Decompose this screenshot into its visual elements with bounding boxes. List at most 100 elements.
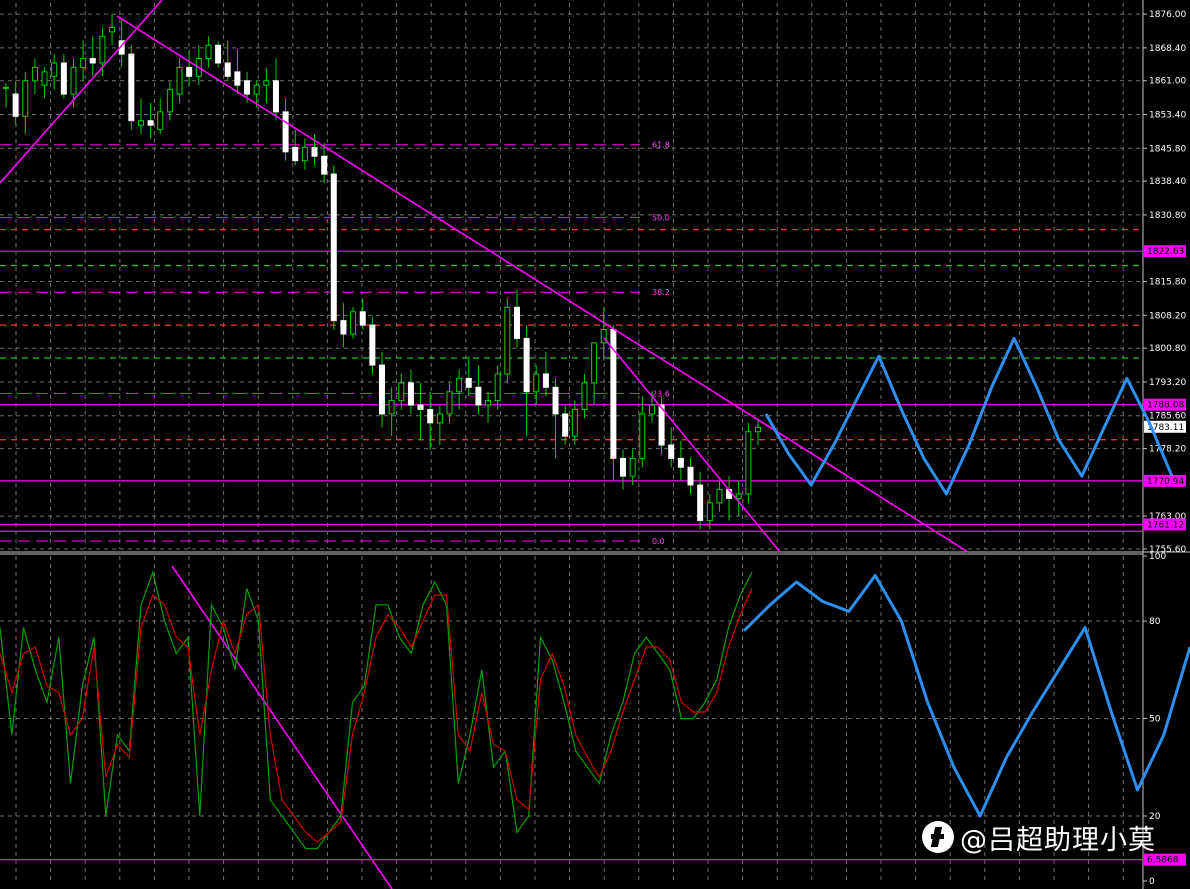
candle-body xyxy=(465,377,472,388)
candle-body xyxy=(80,58,87,68)
price-level-badge-label: 1770.94 xyxy=(1147,477,1184,487)
candle-body xyxy=(369,324,376,366)
candle-body xyxy=(494,373,501,402)
candle-body xyxy=(263,80,270,86)
candle-body xyxy=(417,404,424,411)
price-tick-label: 1845.80 xyxy=(1149,144,1186,154)
candle-body xyxy=(668,444,675,459)
candle-body xyxy=(330,173,337,322)
candle-body xyxy=(272,80,279,113)
trendline xyxy=(116,15,969,553)
oscillator-series-line xyxy=(0,588,753,843)
price-tick-label: 1876.00 xyxy=(1149,10,1186,20)
candle-body xyxy=(359,311,366,326)
candle-body xyxy=(41,71,48,86)
candle-body xyxy=(340,320,347,335)
candle-body xyxy=(513,306,520,339)
candle-body xyxy=(745,431,752,495)
fib-level-label: 50.0 xyxy=(652,214,670,223)
trading-chart: 1876.00 1868.40 1861.00 1853.40 1845.80 1838.… xyxy=(0,0,1190,889)
candle-body xyxy=(311,146,318,157)
candle-body xyxy=(504,306,511,375)
price-tick-label: 1861.00 xyxy=(1149,77,1186,87)
candle-body xyxy=(562,413,569,437)
candle-body xyxy=(224,62,231,77)
candle-body xyxy=(398,382,405,402)
price-level-badge-label: 1761.12 xyxy=(1147,520,1184,530)
candle-body xyxy=(253,84,260,95)
oscillator-tick-label: 50 xyxy=(1149,715,1161,725)
candle-body xyxy=(137,120,144,126)
candle-body xyxy=(677,457,684,468)
candle-body xyxy=(379,364,385,415)
candle-body xyxy=(485,400,492,406)
candle-body xyxy=(89,58,96,64)
candle-body xyxy=(3,86,9,89)
candle-body xyxy=(735,493,742,499)
candle-body xyxy=(591,342,598,384)
candle-body xyxy=(51,62,58,77)
candle-body xyxy=(427,409,434,424)
candle-body xyxy=(166,89,173,113)
candle-body xyxy=(620,457,627,477)
candle-body xyxy=(244,80,251,95)
weibo-logo-icon xyxy=(922,821,954,853)
candle-body xyxy=(215,44,222,64)
candle-body xyxy=(109,26,116,33)
price-tick-label: 1793.20 xyxy=(1149,378,1186,388)
price-tick-label: 1808.20 xyxy=(1149,311,1186,321)
candle-body xyxy=(186,66,193,77)
price-tick-label: 1830.80 xyxy=(1149,211,1186,221)
candle-body xyxy=(350,311,357,335)
candle-body xyxy=(70,66,77,95)
chart-stage: 1876.00 1868.40 1861.00 1853.40 1845.80 1838.… xyxy=(0,0,1190,889)
candle-body xyxy=(99,35,106,64)
candle-body xyxy=(321,155,328,175)
candle-body xyxy=(456,377,463,393)
candle-body xyxy=(687,466,694,486)
oscillator-tick-label: 100 xyxy=(1149,552,1166,562)
candle-body xyxy=(639,413,646,459)
candle-body xyxy=(533,373,540,393)
candle-body xyxy=(205,44,212,60)
candle-body xyxy=(706,502,713,522)
oscillator-tick-label: 0 xyxy=(1149,877,1155,887)
candle-body xyxy=(697,484,704,522)
candle-body xyxy=(648,404,655,415)
candle-body xyxy=(475,386,482,406)
candle-body xyxy=(234,71,241,86)
price-tick-label: 1778.20 xyxy=(1149,445,1186,455)
candle-body xyxy=(12,93,19,117)
candle-body xyxy=(523,337,530,393)
trendline xyxy=(603,337,781,553)
candle-body xyxy=(542,373,549,388)
candle-body xyxy=(629,457,636,477)
candle-body xyxy=(407,382,414,406)
candle-body xyxy=(176,66,183,95)
candle-body xyxy=(292,146,299,162)
watermark: @吕超助理小莫 xyxy=(922,816,1156,858)
candle-body xyxy=(755,426,761,433)
candle-body xyxy=(157,111,164,131)
price-tick-label: 1868.40 xyxy=(1149,44,1186,54)
candle-body xyxy=(716,488,723,504)
price-tick-label: 1815.80 xyxy=(1149,278,1186,288)
fib-level-label: 23.6 xyxy=(652,390,670,399)
candle-body xyxy=(301,146,308,162)
candle-body xyxy=(388,400,395,415)
candle-body xyxy=(581,382,588,411)
price-tick-label: 1838.40 xyxy=(1149,177,1186,187)
fib-level-label: 38.2 xyxy=(652,288,670,297)
candle-body xyxy=(446,391,453,415)
candle-body xyxy=(436,413,443,424)
fib-level-label: 0.0 xyxy=(652,537,665,546)
price-level-badge-label: 1788.08 xyxy=(1147,401,1184,411)
price-tick-label: 1785.60 xyxy=(1149,412,1186,422)
candle-body xyxy=(147,120,154,126)
candle-body xyxy=(552,386,559,415)
watermark-text: @吕超助理小莫 xyxy=(960,824,1156,856)
fib-level-label: 61.8 xyxy=(652,141,670,150)
candle-body xyxy=(128,53,135,122)
price-level-badge-label: 1822.63 xyxy=(1147,247,1184,257)
candle-body xyxy=(22,80,29,117)
